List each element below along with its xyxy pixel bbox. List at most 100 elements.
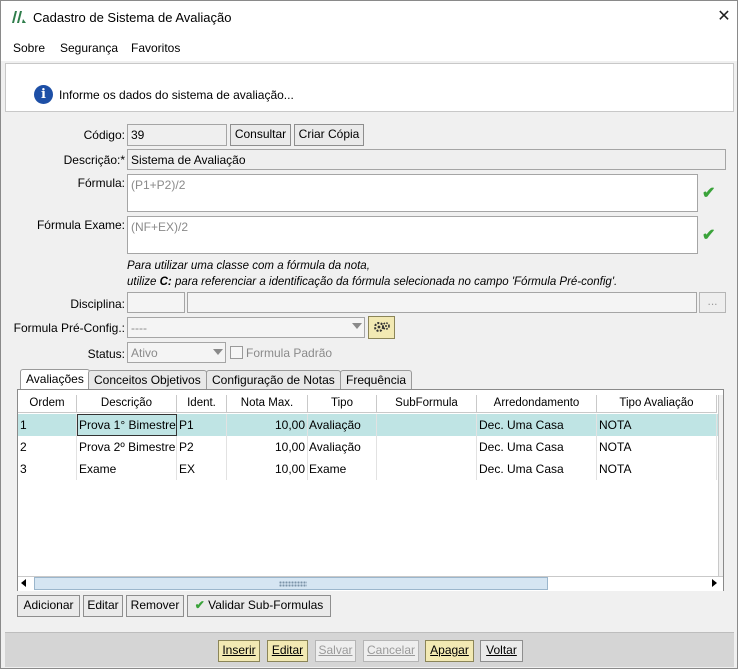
tab-avaliacoes[interactable]: Avaliações — [20, 369, 90, 389]
column-header-arredondamento[interactable]: Arredondamento — [477, 395, 597, 413]
apagar-button[interactable]: Apagar — [425, 640, 474, 662]
cell-nota-max: 10,00 — [227, 414, 308, 436]
formula-valid-check-icon: ✔ — [702, 185, 716, 202]
formula-padrao-checkbox[interactable] — [230, 346, 243, 359]
adicionar-button[interactable]: Adicionar — [17, 595, 80, 617]
codigo-label: Código: — [83, 128, 125, 142]
hint-bold: C: — [159, 276, 172, 288]
cell-tipo-avaliacao: NOTA — [597, 414, 717, 436]
disciplina-browse-button[interactable]: ... — [699, 292, 726, 313]
gear-config-button[interactable] — [368, 316, 395, 339]
remover-button[interactable]: Remover — [126, 595, 184, 617]
disciplina-code-input[interactable] — [127, 292, 185, 313]
editar-label: Editar — [87, 598, 119, 612]
formula-padrao-label: Formula Padrão — [246, 346, 333, 360]
cell-arredondamento: Dec. Uma Casa — [477, 458, 597, 480]
consultar-button-label: Consultar — [234, 127, 287, 141]
cell-ident: P2 — [177, 436, 227, 458]
cell-ordem: 1 — [18, 414, 77, 436]
formula-preconfig-select[interactable]: ---- — [127, 317, 365, 338]
cell-descricao: Exame — [77, 458, 177, 480]
hint-rest: para referenciar a identificação da fórm… — [171, 276, 618, 288]
menu-item-favoritos[interactable]: Favoritos — [131, 41, 180, 55]
menu-label: Favoritos — [131, 41, 181, 55]
cell-ordem: 2 — [18, 436, 77, 458]
salvar-button[interactable]: Salvar — [315, 640, 356, 662]
cancelar-button[interactable]: Cancelar — [363, 640, 419, 662]
status-label: Status: — [87, 347, 125, 361]
formula-textarea[interactable]: (P1+P2)/2 — [127, 174, 698, 212]
criar-copia-button[interactable]: Criar Cópia — [294, 124, 364, 146]
check-icon: ✔ — [194, 598, 205, 612]
scrollbar-grip-icon — [279, 581, 307, 587]
cell-subformula — [377, 436, 477, 458]
editar-button[interactable]: Editar — [267, 640, 308, 662]
disciplina-label: Disciplina: — [70, 297, 125, 311]
consultar-button[interactable]: Consultar — [230, 124, 291, 146]
voltar-button[interactable]: Voltar — [480, 640, 523, 662]
cell-arredondamento: Dec. Uma Casa — [477, 414, 597, 436]
status-select[interactable]: Ativo — [127, 342, 226, 363]
window-title: Cadastro de Sistema de Avaliação — [33, 10, 232, 25]
adicionar-label: Adicionar — [23, 598, 74, 612]
cell-tipo-avaliacao: NOTA — [597, 436, 717, 458]
descricao-label: Descrição:* — [63, 153, 125, 167]
app-logo-icon — [12, 11, 26, 23]
gears-icon — [373, 322, 390, 332]
editar-row-button[interactable]: Editar — [83, 595, 123, 617]
formula-exame-textarea[interactable]: (NF+EX)/2 — [127, 216, 698, 254]
apagar-label: Apagar — [430, 643, 469, 657]
column-header-nota-max[interactable]: Nota Max. — [227, 395, 308, 413]
formula-exame-label: Fórmula Exame: — [36, 218, 125, 232]
column-header-subformula[interactable]: SubFormula — [377, 395, 477, 413]
column-header-descricao[interactable]: Descrição — [77, 395, 177, 413]
info-message: Informe os dados do sistema de avaliação… — [59, 88, 294, 102]
codigo-input[interactable]: 39 — [127, 124, 227, 146]
column-header-ident[interactable]: Ident. — [177, 395, 227, 413]
tab-configuracao-de-notas[interactable]: Configuração de Notas — [206, 370, 341, 389]
cell-tipo: Exame — [308, 458, 377, 480]
formula-label: Fórmula: — [77, 176, 125, 190]
descricao-input[interactable]: Sistema de Avaliação — [127, 149, 726, 170]
tab-label: Frequência — [346, 373, 407, 387]
column-header-ordem[interactable]: Ordem — [18, 395, 77, 413]
inserir-button[interactable]: Inserir — [218, 640, 260, 662]
disciplina-name-input[interactable] — [187, 292, 697, 313]
menu-item-sobre[interactable]: Sobre — [13, 41, 45, 55]
status-value: Ativo — [131, 346, 158, 360]
tab-label: Avaliações — [26, 372, 84, 386]
info-icon: i — [34, 85, 53, 104]
menu-label: Segurança — [60, 41, 119, 55]
cell-nota-max: 10,00 — [227, 436, 308, 458]
editar-label: Editar — [271, 643, 304, 657]
tab-label: Conceitos Objetivos — [94, 373, 201, 387]
tab-conceitos-objetivos[interactable]: Conceitos Objetivos — [88, 370, 207, 389]
cell-nota-max: 10,00 — [227, 458, 308, 480]
formula-exame-valid-check-icon: ✔ — [702, 227, 716, 244]
tab-label: Configuração de Notas — [212, 373, 335, 387]
chevron-down-icon — [213, 349, 223, 355]
cell-ident: EX — [177, 458, 227, 480]
vertical-scrollbar[interactable] — [718, 395, 723, 576]
formula-hint-line2: utilize C: para referenciar a identifica… — [127, 276, 617, 288]
scroll-left-arrow-icon[interactable] — [21, 579, 26, 587]
cancelar-label: Cancelar — [366, 643, 416, 657]
cell-ident: P1 — [177, 414, 227, 436]
cell-subformula — [377, 414, 477, 436]
formula-preconfig-label: Formula Pré-Config.: — [13, 321, 125, 335]
cell-descricao[interactable]: Prova 1° Bimestre — [77, 414, 177, 436]
salvar-label: Salvar — [318, 643, 353, 657]
column-header-tipo-avaliacao[interactable]: Tipo Avaliação — [597, 395, 717, 413]
validar-label: Validar Sub-Formulas — [208, 598, 324, 612]
close-icon[interactable]: ✕ — [715, 7, 733, 27]
hint-prefix: utilize — [127, 276, 160, 288]
criar-copia-button-label: Criar Cópia — [298, 127, 360, 141]
app-window: Cadastro de Sistema de Avaliação ✕ Sobre… — [0, 0, 738, 669]
validar-sub-formulas-button[interactable]: ✔ Validar Sub-Formulas — [187, 595, 331, 617]
tab-frequencia[interactable]: Frequência — [340, 370, 413, 389]
menu-item-seguranca[interactable]: Segurança — [60, 41, 118, 55]
cell-tipo-avaliacao: NOTA — [597, 458, 717, 480]
scroll-right-arrow-icon[interactable] — [712, 579, 717, 587]
menu-label: Sobre — [13, 41, 46, 55]
column-header-tipo[interactable]: Tipo — [308, 395, 377, 413]
